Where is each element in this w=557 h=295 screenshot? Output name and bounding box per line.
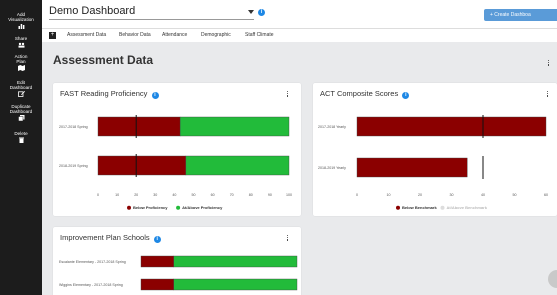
sidebar: Add Visualization Share Action Plan Edit… (0, 0, 42, 295)
users-icon (18, 42, 24, 48)
edit-icon (17, 91, 25, 97)
x-tick-label: 60 (544, 193, 548, 197)
category-label: Wiggins Elementary - 2017-2018 Spring (59, 283, 123, 287)
x-tick-label: 40 (172, 193, 176, 197)
edit-dashboard-button[interactable]: Edit Dashboard (0, 80, 42, 97)
act-composite-card: ACT Composite Scores i 2017-2018 Yearly 2… (313, 83, 557, 216)
copy-icon (17, 115, 24, 121)
x-tick-label: 30 (153, 193, 157, 197)
tab-staff-climate[interactable]: Staff Climate (245, 32, 274, 38)
x-tick-label: 40 (481, 193, 485, 197)
legend-label: Below Proficiency (133, 205, 168, 210)
x-tick-label: 60 (211, 193, 215, 197)
x-tick-label: 10 (115, 193, 119, 197)
sidebar-item-label: Delete (14, 131, 28, 136)
action-plan-button[interactable]: Action Plan (0, 54, 42, 71)
trash-icon (18, 137, 24, 143)
page-title: Assessment Data (53, 53, 154, 67)
legend-marker (396, 205, 400, 210)
improvement-plan-chart: Escalante Elementary - 2017-2018 Spring W… (59, 255, 298, 291)
x-tick-label: 20 (134, 193, 138, 197)
legend-label: Below Benchmark (402, 205, 437, 210)
x-tick-label: 50 (192, 193, 196, 197)
tab-demographic[interactable]: Demographic (201, 32, 231, 38)
dashboard-title: Demo Dashboard (49, 5, 136, 17)
bar (173, 278, 298, 291)
sidebar-item-label: Dashboard (9, 109, 33, 114)
category-label: 2017-2018 Yearly (318, 125, 346, 129)
category-nav: + Assessment Data Behavior Data Attendan… (42, 28, 557, 42)
bar (97, 155, 187, 176)
legend-label: At/Above Proficiency (182, 205, 223, 210)
delete-button[interactable]: Delete (0, 131, 42, 143)
topbar: Demo Dashboard i + Create Dashboa (42, 0, 557, 28)
legend-marker (440, 205, 445, 210)
bar (356, 157, 468, 178)
x-tick-label: 90 (268, 193, 272, 197)
dashboard-select[interactable]: Demo Dashboard (49, 5, 254, 20)
bar (97, 116, 181, 137)
x-tick-label: 50 (513, 193, 517, 197)
legend-label: At/Above Benchmark (447, 205, 488, 210)
x-tick-label: 10 (387, 193, 391, 197)
tab-attendance[interactable]: Attendance (162, 32, 187, 38)
x-tick-label: 30 (450, 193, 454, 197)
x-tick-label: 0 (356, 193, 358, 197)
bar (356, 116, 547, 137)
category-label: 2018-2019 Spring (59, 164, 88, 168)
tab-behavior-data[interactable]: Behavior Data (119, 32, 151, 38)
legend-marker (176, 205, 181, 210)
duplicate-dashboard-button[interactable]: Duplicate Dashboard (0, 104, 42, 121)
nav-toggle-button[interactable]: + (49, 32, 56, 39)
x-tick-label: 100 (286, 193, 292, 197)
page-menu-button[interactable] (547, 59, 550, 68)
bar (179, 116, 290, 137)
x-tick-label: 0 (97, 193, 99, 197)
category-label: 2018-2019 Yearly (318, 166, 346, 170)
info-icon[interactable]: i (258, 9, 265, 16)
category-label: Escalante Elementary - 2017-2018 Spring (59, 260, 126, 264)
x-tick-label: 20 (418, 193, 422, 197)
bar (173, 255, 298, 268)
sidebar-item-label: Visualization (8, 17, 34, 22)
bar (185, 155, 290, 176)
add-visualization-button[interactable]: Add Visualization (0, 12, 42, 29)
sidebar-item-label: Plan (16, 59, 26, 64)
create-dashboard-button[interactable]: + Create Dashboa (484, 9, 557, 21)
chevron-down-icon (248, 10, 254, 14)
act-composite-chart: 2017-2018 Yearly 2018-2019 Yearly 0 10 20 30 4… (318, 115, 548, 210)
tab-assessment-data[interactable]: Assessment Data (67, 32, 106, 38)
improvement-plan-card: Improvement Plan Schools i Escalante Ele… (53, 227, 301, 295)
sidebar-item-label: Dashboard (9, 85, 33, 90)
map-icon (17, 65, 25, 71)
category-label: 2017-2018 Spring (59, 125, 88, 129)
fast-reading-card: FAST Reading Proficiency i 2017-2018 Spr… (53, 83, 301, 216)
x-tick-label: 80 (249, 193, 253, 197)
sidebar-item-label: Share (14, 36, 28, 41)
share-button[interactable]: Share (0, 36, 42, 48)
legend-marker (127, 205, 131, 210)
bar (140, 255, 174, 268)
scroll-button[interactable] (548, 270, 557, 288)
x-tick-label: 70 (230, 193, 234, 197)
fast-reading-chart: 2017-2018 Spring 2018-2019 Spring 0 10 20 30 4… (59, 115, 292, 210)
chart-add-icon (18, 24, 24, 29)
bar (140, 278, 174, 291)
